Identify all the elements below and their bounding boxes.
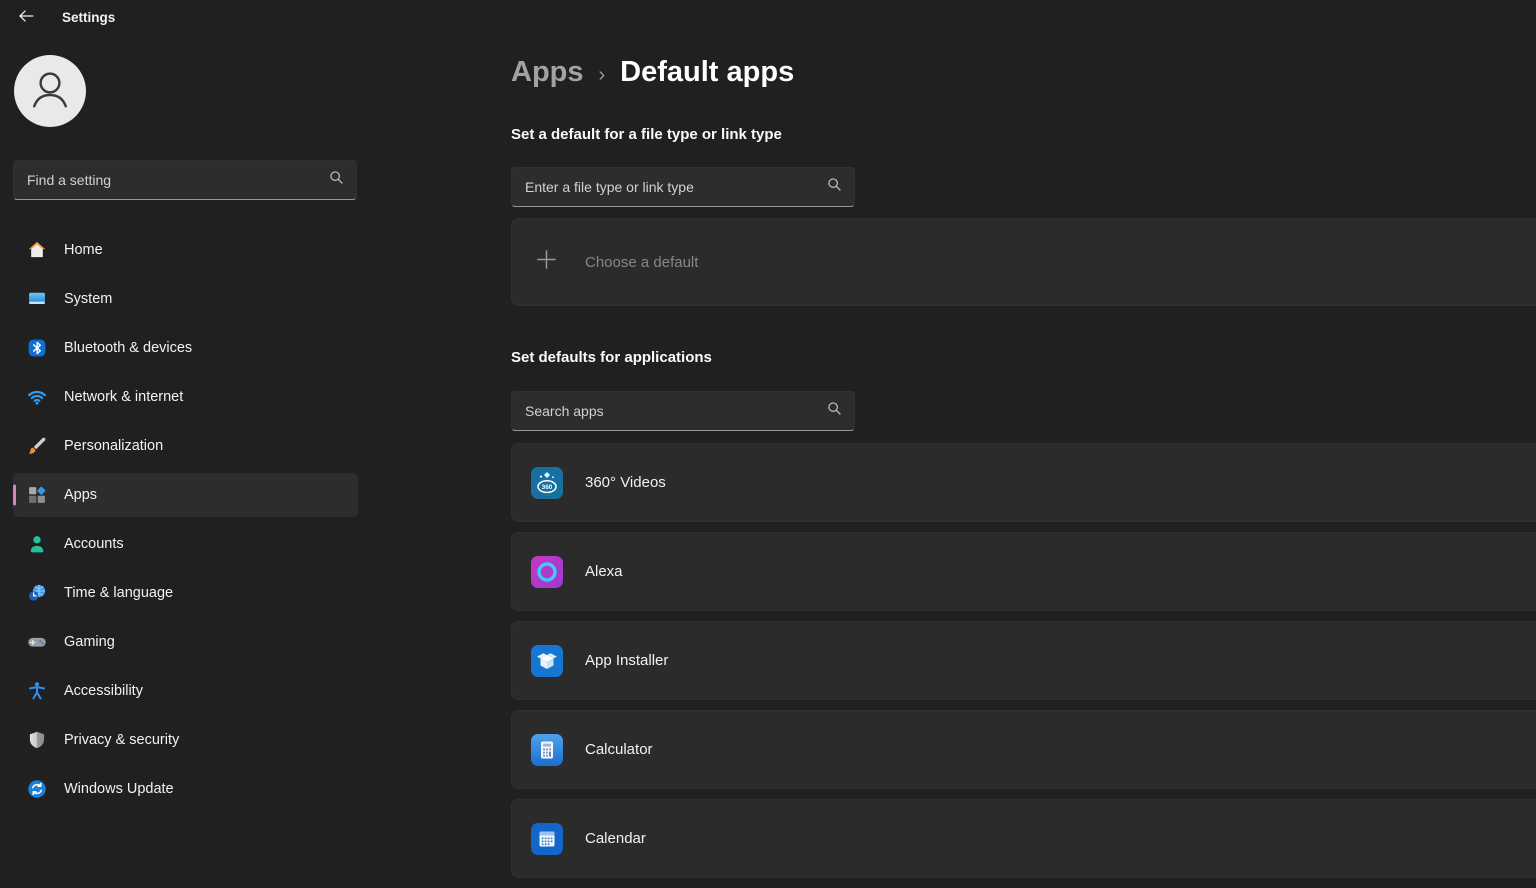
home-icon bbox=[27, 240, 47, 260]
sidebar-item-label: Apps bbox=[64, 487, 97, 503]
search-icon bbox=[827, 401, 842, 421]
sidebar-item-label: Accessibility bbox=[64, 683, 143, 699]
accounts-person-icon bbox=[27, 534, 47, 554]
breadcrumb: Apps › Default apps bbox=[511, 56, 794, 89]
sync-icon bbox=[27, 779, 47, 799]
sidebar-item-label: Windows Update bbox=[64, 781, 174, 797]
sidebar-item-label: Accounts bbox=[64, 536, 124, 552]
sidebar-item-label: Gaming bbox=[64, 634, 115, 650]
app-installer-app-icon bbox=[531, 645, 563, 677]
apps-icon bbox=[27, 485, 47, 505]
calculator-app-icon bbox=[531, 734, 563, 766]
person-icon bbox=[23, 62, 77, 121]
settings-sidebar-nav: Home System Bluetooth & devices Network … bbox=[13, 228, 358, 816]
sidebar-item-gaming[interactable]: Gaming bbox=[13, 620, 358, 664]
find-a-setting-input[interactable] bbox=[27, 172, 329, 188]
sidebar-item-label: Network & internet bbox=[64, 389, 183, 405]
paintbrush-icon bbox=[27, 436, 47, 456]
app-row-app-installer[interactable]: App Installer bbox=[511, 621, 1536, 700]
plus-icon bbox=[536, 249, 557, 275]
chevron-right-icon: › bbox=[599, 59, 606, 87]
globe-clock-icon bbox=[27, 583, 47, 603]
sidebar-item-accounts[interactable]: Accounts bbox=[13, 522, 358, 566]
360-videos-app-icon: 360 bbox=[531, 467, 563, 499]
bluetooth-icon bbox=[27, 338, 47, 358]
file-type-search-input[interactable] bbox=[525, 179, 827, 195]
sidebar-item-label: Personalization bbox=[64, 438, 163, 454]
choose-a-default-button[interactable]: Choose a default bbox=[511, 218, 1536, 306]
accessibility-person-icon bbox=[27, 681, 47, 701]
page-title: Default apps bbox=[620, 56, 794, 89]
sidebar-item-windows-update[interactable]: Windows Update bbox=[13, 767, 358, 811]
app-name: 360° Videos bbox=[585, 474, 666, 491]
gamepad-icon bbox=[27, 632, 47, 652]
sidebar-item-apps[interactable]: Apps bbox=[13, 473, 358, 517]
svg-text:360: 360 bbox=[542, 483, 553, 490]
sidebar-item-home[interactable]: Home bbox=[13, 228, 358, 272]
sidebar-item-time-language[interactable]: Time & language bbox=[13, 571, 358, 615]
alexa-app-icon bbox=[531, 556, 563, 588]
calendar-app-icon bbox=[531, 823, 563, 855]
titlebar: Settings bbox=[0, 0, 115, 34]
sidebar-item-label: Bluetooth & devices bbox=[64, 340, 192, 356]
back-arrow-icon bbox=[18, 9, 34, 26]
sidebar-item-label: Home bbox=[64, 242, 103, 258]
search-icon bbox=[329, 170, 344, 190]
sidebar-item-bluetooth-devices[interactable]: Bluetooth & devices bbox=[13, 326, 358, 370]
file-type-searchbox[interactable] bbox=[511, 167, 855, 207]
sidebar-item-personalization[interactable]: Personalization bbox=[13, 424, 358, 468]
choose-a-default-label: Choose a default bbox=[585, 254, 698, 271]
app-row-calendar[interactable]: Calendar bbox=[511, 799, 1536, 878]
back-button[interactable] bbox=[10, 4, 42, 30]
app-row-360-videos[interactable]: 360 360° Videos bbox=[511, 443, 1536, 522]
breadcrumb-apps-link[interactable]: Apps bbox=[511, 56, 584, 89]
search-icon bbox=[827, 177, 842, 197]
app-name: Calendar bbox=[585, 830, 646, 847]
app-row-alexa[interactable]: Alexa bbox=[511, 532, 1536, 611]
user-avatar[interactable] bbox=[14, 55, 86, 127]
app-row-calculator[interactable]: Calculator bbox=[511, 710, 1536, 789]
sidebar-item-network-internet[interactable]: Network & internet bbox=[13, 375, 358, 419]
selection-pill bbox=[13, 485, 16, 506]
system-icon bbox=[27, 289, 47, 309]
find-a-setting-searchbox[interactable] bbox=[13, 160, 357, 200]
wifi-icon bbox=[27, 387, 47, 407]
app-name: App Installer bbox=[585, 652, 668, 669]
shield-icon bbox=[27, 730, 47, 750]
app-name: Calculator bbox=[585, 741, 653, 758]
default-apps-list: 360 360° Videos Alexa App Installer Calc… bbox=[511, 443, 1536, 888]
sidebar-item-accessibility[interactable]: Accessibility bbox=[13, 669, 358, 713]
file-type-section-heading: Set a default for a file type or link ty… bbox=[511, 126, 782, 143]
sidebar-item-label: System bbox=[64, 291, 112, 307]
search-apps-input[interactable] bbox=[525, 403, 827, 419]
sidebar-item-label: Privacy & security bbox=[64, 732, 179, 748]
defaults-section-heading: Set defaults for applications bbox=[511, 349, 712, 366]
app-name: Alexa bbox=[585, 563, 623, 580]
search-apps-searchbox[interactable] bbox=[511, 391, 855, 431]
sidebar-item-privacy-security[interactable]: Privacy & security bbox=[13, 718, 358, 762]
window-title: Settings bbox=[62, 10, 115, 25]
sidebar-item-system[interactable]: System bbox=[13, 277, 358, 321]
sidebar-item-label: Time & language bbox=[64, 585, 173, 601]
